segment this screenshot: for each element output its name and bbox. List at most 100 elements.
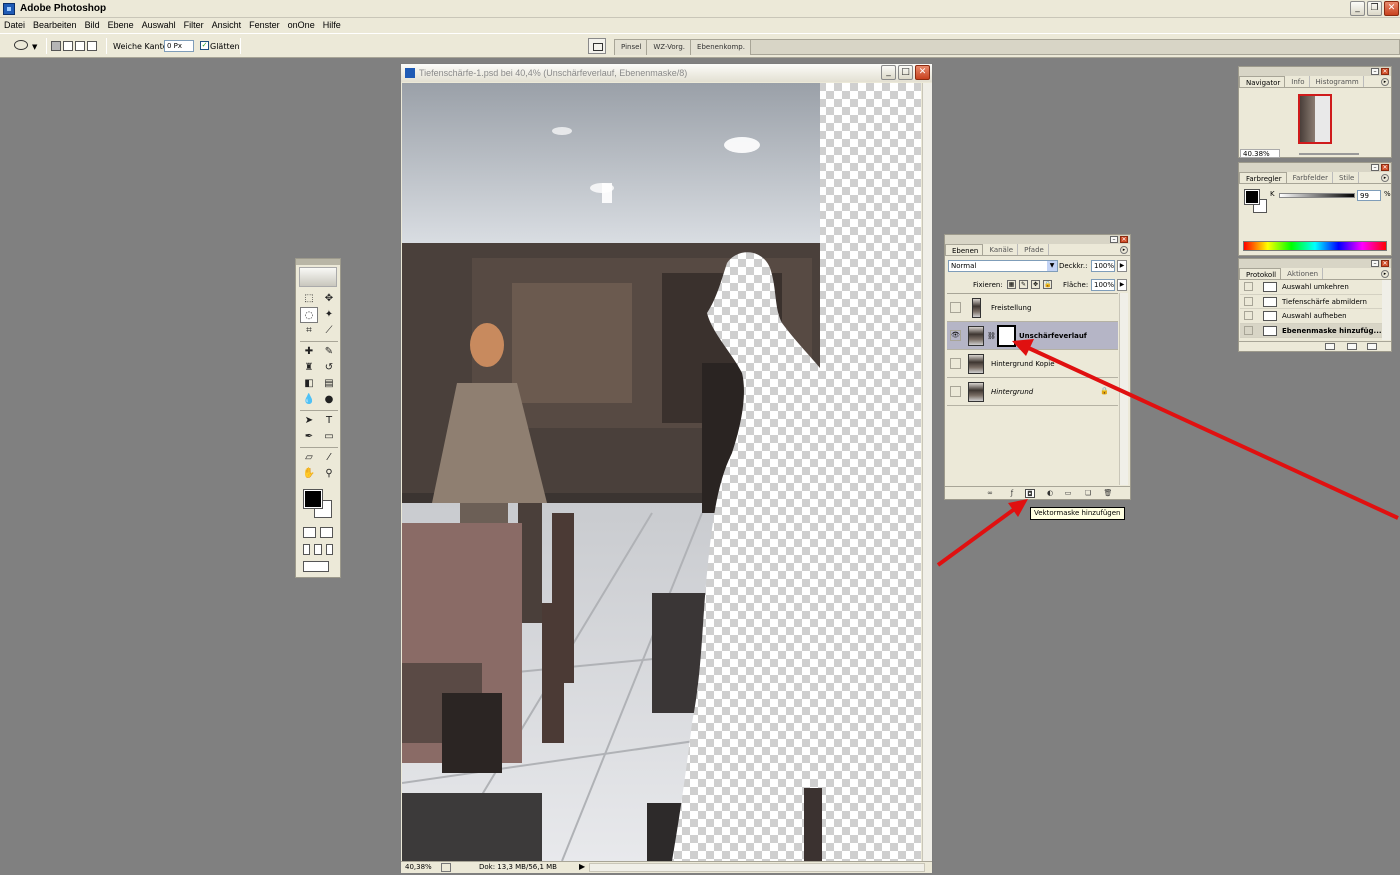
well-tab-tool-presets[interactable]: WZ-Vorg. <box>647 40 692 55</box>
history-item-current[interactable]: Ebenenmaske hinzufüg... <box>1240 323 1382 338</box>
lock-all-icon[interactable]: 🔒 <box>1043 280 1052 289</box>
blur-tool-icon[interactable]: 💧 <box>300 392 318 408</box>
history-scrollbar[interactable] <box>1382 280 1391 340</box>
panel-minimize-button[interactable]: – <box>1371 68 1379 75</box>
history-source-toggle[interactable] <box>1244 325 1253 335</box>
new-group-icon[interactable]: ▭ <box>1063 489 1073 498</box>
document-title-bar[interactable]: Tiefenschärfe-1.psd bei 40,4% (Unschärfe… <box>401 64 932 82</box>
adjustment-layer-icon[interactable]: ◐ <box>1045 489 1055 498</box>
color-spectrum-bar[interactable] <box>1243 241 1387 251</box>
image-canvas[interactable] <box>402 83 921 861</box>
color-grip[interactable]: – ✕ <box>1239 163 1391 172</box>
lock-pixels-icon[interactable]: ✎ <box>1019 280 1028 289</box>
trash-icon[interactable] <box>1367 343 1377 350</box>
panel-minimize-button[interactable]: – <box>1371 164 1379 171</box>
notes-tool-icon[interactable]: ▱ <box>300 450 318 466</box>
magic-wand-tool-icon[interactable]: ✦ <box>320 307 338 323</box>
panel-close-button[interactable]: ✕ <box>1120 236 1128 243</box>
panel-menu-icon[interactable]: ▸ <box>1381 174 1389 182</box>
brush-tool-icon[interactable]: ✎ <box>320 344 338 360</box>
history-brush-tool-icon[interactable]: ↺ <box>320 360 338 376</box>
history-source-toggle[interactable] <box>1244 282 1253 291</box>
layer-list-scrollbar[interactable] <box>1119 293 1128 485</box>
quick-mask-mode-icon[interactable] <box>320 527 333 538</box>
subtract-selection-icon[interactable] <box>75 41 85 51</box>
tab-ebenen[interactable]: Ebenen <box>945 244 984 255</box>
tab-kanaele[interactable]: Kanäle <box>983 244 1019 255</box>
visibility-toggle[interactable] <box>950 358 961 369</box>
menu-bild[interactable]: Bild <box>85 18 104 33</box>
lock-position-icon[interactable]: ✥ <box>1031 280 1040 289</box>
menu-fenster[interactable]: Fenster <box>249 18 284 33</box>
history-source-toggle[interactable] <box>1244 296 1253 306</box>
canvas-horizontal-scrollbar[interactable] <box>589 863 925 872</box>
marquee-tool-icon[interactable]: ⬚ <box>300 291 318 307</box>
eraser-tool-icon[interactable]: ◧ <box>300 376 318 392</box>
opacity-input[interactable]: 100% <box>1091 260 1115 272</box>
opacity-slider-arrow-icon[interactable]: ▶ <box>1117 260 1127 272</box>
layer-row-unschaerfeverlauf[interactable]: 👁 ⛓ Unschärfeverlauf <box>947 322 1118 350</box>
new-selection-icon[interactable] <box>51 41 61 51</box>
dodge-tool-icon[interactable]: ● <box>320 392 338 408</box>
adobe-logo[interactable] <box>299 267 337 287</box>
feather-input[interactable]: 0 Px <box>164 40 194 52</box>
healing-brush-tool-icon[interactable]: ✚ <box>300 344 318 360</box>
pen-tool-icon[interactable]: ✒ <box>300 429 318 445</box>
layer-mask-thumbnail[interactable] <box>997 325 1016 347</box>
full-screen-icon[interactable] <box>325 544 333 555</box>
history-item[interactable]: Tiefenschärfe abmildern <box>1240 295 1382 309</box>
slice-tool-icon[interactable]: ⟋ <box>320 323 338 339</box>
layer-style-icon[interactable]: ƒ <box>1007 489 1017 498</box>
move-tool-icon[interactable]: ✥ <box>320 291 338 307</box>
trash-icon[interactable]: 🗑 <box>1103 489 1113 498</box>
antialias-checkbox[interactable]: ✓ <box>200 41 209 50</box>
tab-navigator[interactable]: Navigator <box>1239 76 1286 87</box>
k-channel-input[interactable]: 99 <box>1357 190 1381 201</box>
clone-stamp-tool-icon[interactable]: ♜ <box>300 360 318 376</box>
zoom-tool-icon[interactable]: ⚲ <box>320 466 338 482</box>
tab-histogramm[interactable]: Histogramm <box>1310 76 1364 87</box>
tab-stile[interactable]: Stile <box>1333 172 1360 183</box>
lock-transparency-icon[interactable]: ▦ <box>1007 280 1016 289</box>
foreground-color-swatch[interactable] <box>1244 189 1260 205</box>
panel-minimize-button[interactable]: – <box>1110 236 1118 243</box>
link-layers-icon[interactable]: ∞ <box>985 489 995 498</box>
gradient-tool-icon[interactable]: ▤ <box>320 376 338 392</box>
layers-panel-grip[interactable]: – ✕ <box>945 235 1130 244</box>
history-item[interactable]: Auswahl umkehren <box>1240 280 1382 295</box>
visibility-toggle[interactable] <box>950 386 961 397</box>
panel-menu-icon[interactable]: ▸ <box>1120 246 1128 254</box>
intersect-selection-icon[interactable] <box>87 41 97 51</box>
chevron-down-icon[interactable]: ▼ <box>1047 261 1057 271</box>
panel-menu-icon[interactable]: ▸ <box>1381 78 1389 86</box>
standard-screen-icon[interactable] <box>303 544 311 555</box>
lasso-tool-icon[interactable]: ◌ <box>300 307 318 323</box>
menu-ansicht[interactable]: Ansicht <box>212 18 246 33</box>
minimize-button[interactable]: _ <box>1350 1 1365 16</box>
document-close-button[interactable]: ✕ <box>915 65 930 80</box>
menu-onone[interactable]: onOne <box>288 18 319 33</box>
canvas-vertical-scrollbar[interactable] <box>922 83 932 861</box>
fill-slider-arrow-icon[interactable]: ▶ <box>1117 279 1127 291</box>
tab-info[interactable]: Info <box>1285 76 1310 87</box>
fill-input[interactable]: 100% <box>1091 279 1115 291</box>
tab-pfade[interactable]: Pfade <box>1018 244 1049 255</box>
toolbox-grip[interactable] <box>296 259 340 265</box>
tab-protokoll[interactable]: Protokoll <box>1239 268 1282 279</box>
close-button[interactable]: ✕ <box>1384 1 1399 16</box>
panel-close-button[interactable]: ✕ <box>1381 260 1389 267</box>
navigator-grip[interactable]: – ✕ <box>1239 67 1391 76</box>
new-layer-icon[interactable]: ❏ <box>1083 489 1093 498</box>
panel-minimize-button[interactable]: – <box>1371 260 1379 267</box>
eye-icon[interactable]: 👁 <box>950 330 961 341</box>
menu-bearbeiten[interactable]: Bearbeiten <box>33 18 81 33</box>
document-maximize-button[interactable]: □ <box>898 65 913 80</box>
panel-close-button[interactable]: ✕ <box>1381 164 1389 171</box>
navigator-zoom-input[interactable]: 40.38% <box>1240 149 1280 158</box>
visibility-toggle[interactable] <box>950 302 961 313</box>
crop-tool-icon[interactable]: ⌗ <box>300 323 318 339</box>
foreground-color-swatch[interactable] <box>303 489 323 509</box>
history-grip[interactable]: – ✕ <box>1239 259 1391 268</box>
navigator-zoom-slider[interactable] <box>1299 153 1359 155</box>
zoom-level-readout[interactable]: 40,38% <box>405 863 432 871</box>
